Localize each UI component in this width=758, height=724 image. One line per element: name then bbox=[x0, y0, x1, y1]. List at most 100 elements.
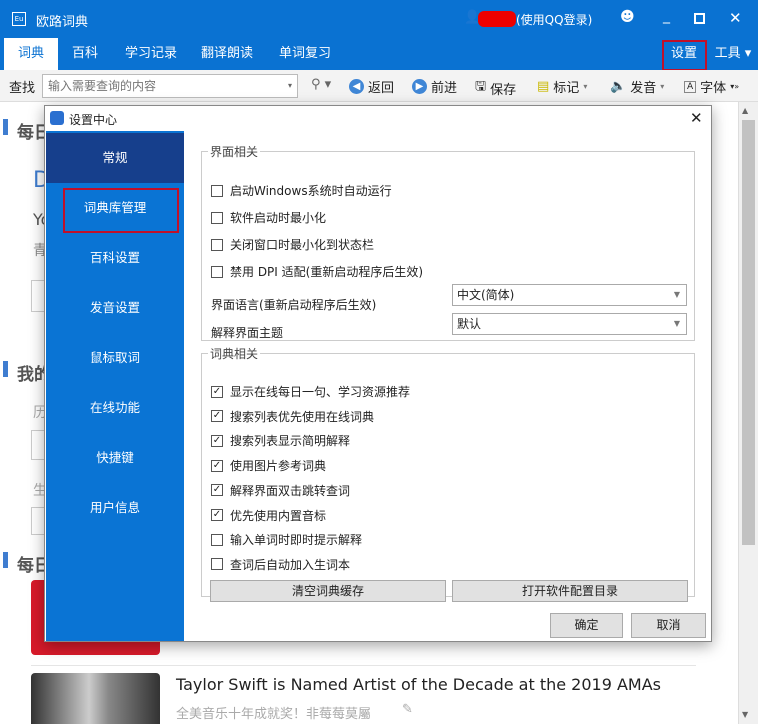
smiley-icon[interactable]: ☻ bbox=[620, 9, 635, 25]
checkbox-option[interactable]: ✓ 优先使用内置音标 bbox=[211, 507, 326, 524]
close-button[interactable]: ✕ bbox=[729, 9, 742, 27]
search-input[interactable] bbox=[42, 74, 298, 98]
redacted-username bbox=[478, 11, 516, 27]
ok-button[interactable]: 确定 bbox=[550, 613, 623, 638]
search-dropdown-icon[interactable]: ▾ bbox=[288, 81, 292, 90]
speaker-icon: 🔈 bbox=[610, 79, 627, 94]
checkbox-option[interactable]: ✓ 搜索列表显示简明解释 bbox=[211, 432, 350, 449]
font-icon: A bbox=[684, 80, 697, 93]
tab-dictionary[interactable]: 词典 bbox=[4, 38, 58, 70]
app-logo-icon: Eu bbox=[12, 12, 26, 26]
theme-value: 默认 bbox=[457, 317, 482, 331]
sidebar-item-user-info[interactable]: 用户信息 bbox=[46, 483, 184, 533]
checkbox-label: 搜索列表优先使用在线词典 bbox=[230, 409, 375, 424]
dialog-title: 设置中心 bbox=[69, 113, 118, 127]
checkbox-option[interactable]: 禁用 DPI 适配(重新启动程序后生效) bbox=[211, 263, 423, 280]
sidebar-item-pronunciation[interactable]: 发音设置 bbox=[46, 283, 184, 333]
scroll-down-button[interactable]: ▼ bbox=[742, 710, 748, 719]
font-button[interactable]: A 字体 ▾» bbox=[684, 77, 739, 96]
open-config-button[interactable]: 打开软件配置目录 bbox=[452, 580, 688, 602]
tab-encyclopedia[interactable]: 百科 bbox=[60, 38, 110, 70]
forward-label: 前进 bbox=[431, 81, 458, 96]
language-value: 中文(简体) bbox=[457, 288, 515, 302]
save-button[interactable]: 🖫 保存 bbox=[475, 77, 516, 99]
checkbox-unchecked[interactable] bbox=[211, 533, 223, 546]
checkbox-checked[interactable]: ✓ bbox=[211, 484, 223, 497]
tab-word-review[interactable]: 单词复习 bbox=[270, 38, 340, 70]
interface-group: 界面相关 启动Windows系统时自动运行软件启动时最小化关闭窗口时最小化到状态… bbox=[201, 143, 695, 341]
article-photo[interactable] bbox=[31, 673, 160, 724]
settings-sidebar: 常规 词典库管理 百科设置 发音设置 鼠标取词 在线功能 快捷键 用户信息 bbox=[46, 131, 184, 641]
chevron-down-icon: ▼ bbox=[673, 319, 680, 328]
sidebar-item-encyclopedia[interactable]: 百科设置 bbox=[46, 233, 184, 283]
search-icon[interactable]: ⚲ ▾ bbox=[311, 77, 331, 92]
forward-button[interactable]: ▶ 前进 bbox=[412, 77, 457, 96]
checkbox-checked[interactable]: ✓ bbox=[211, 509, 223, 521]
main-tabs: 词典 百科 学习记录 翻译朗读 单词复习 设置 工具 ▾ bbox=[0, 38, 758, 71]
checkbox-option[interactable]: ✓ 显示在线每日一句、学习资源推荐 bbox=[211, 383, 410, 400]
checkbox-label: 禁用 DPI 适配(重新启动程序后生效) bbox=[230, 265, 424, 279]
back-button[interactable]: ◀ 返回 bbox=[349, 77, 394, 96]
scroll-thumb[interactable] bbox=[742, 120, 755, 545]
save-label: 保存 bbox=[490, 82, 517, 98]
theme-select[interactable]: 默认 ▼ bbox=[452, 313, 687, 335]
pencil-icon: ✎ bbox=[402, 702, 413, 717]
dialog-close-button[interactable]: ✕ bbox=[690, 109, 703, 127]
login-status[interactable]: (使用QQ登录) bbox=[516, 11, 592, 28]
checkbox-option[interactable]: 启动Windows系统时自动运行 bbox=[211, 182, 392, 199]
tab-study-records[interactable]: 学习记录 bbox=[116, 38, 186, 70]
checkbox-option[interactable]: 关闭窗口时最小化到状态栏 bbox=[211, 236, 374, 253]
article-title[interactable]: Taylor Swift is Named Artist of the Deca… bbox=[176, 675, 661, 694]
sidebar-item-mouse-lookup[interactable]: 鼠标取词 bbox=[46, 333, 184, 383]
article-subtitle: 全美音乐十年成就奖！非莓莓莫屬 bbox=[176, 707, 372, 722]
mark-button[interactable]: ▤ 标记 ▾ bbox=[537, 77, 587, 96]
cancel-button[interactable]: 取消 bbox=[631, 613, 706, 638]
checkbox-option[interactable]: ✓ 使用图片参考词典 bbox=[211, 457, 326, 474]
checkbox-label: 查词后自动加入生词本 bbox=[230, 557, 351, 572]
checkbox-option[interactable]: 软件启动时最小化 bbox=[211, 209, 326, 226]
sidebar-item-general[interactable]: 常规 bbox=[46, 133, 184, 183]
mark-label: 标记 bbox=[553, 81, 580, 96]
tools-menu[interactable]: 工具 ▾ bbox=[710, 38, 756, 70]
tab-translate[interactable]: 翻译朗读 bbox=[192, 38, 262, 70]
highlight-box bbox=[63, 188, 179, 233]
chevron-down-icon: ▼ bbox=[673, 290, 680, 299]
checkbox-option[interactable]: ✓ 解释界面双击跳转查词 bbox=[211, 482, 350, 499]
checkbox-unchecked[interactable] bbox=[211, 238, 223, 251]
checkbox-option[interactable]: 查词后自动加入生词本 bbox=[211, 556, 350, 573]
checkbox-unchecked[interactable] bbox=[211, 211, 223, 224]
back-label: 返回 bbox=[368, 81, 395, 96]
checkbox-checked[interactable]: ✓ bbox=[211, 459, 223, 472]
forward-icon: ▶ bbox=[412, 79, 427, 94]
sidebar-item-shortcuts[interactable]: 快捷键 bbox=[46, 433, 184, 483]
checkbox-checked[interactable]: ✓ bbox=[211, 434, 223, 447]
checkbox-label: 软件启动时最小化 bbox=[230, 211, 327, 225]
language-label: 界面语言(重新启动程序后生效) bbox=[211, 298, 377, 312]
clear-cache-button[interactable]: 清空词典缓存 bbox=[210, 580, 446, 602]
checkbox-option[interactable]: 输入单词时即时提示解释 bbox=[211, 531, 362, 548]
checkbox-label: 使用图片参考词典 bbox=[230, 459, 327, 474]
maximize-button[interactable] bbox=[694, 13, 705, 24]
scrollbar[interactable]: ▲ ▼ bbox=[738, 102, 758, 724]
scroll-up-button[interactable]: ▲ bbox=[742, 106, 748, 115]
interface-group-title: 界面相关 bbox=[210, 145, 259, 159]
minimize-button[interactable]: _ bbox=[663, 8, 670, 24]
checkbox-checked[interactable]: ✓ bbox=[211, 385, 223, 398]
speak-button[interactable]: 🔈 发音 ▾ bbox=[610, 77, 664, 96]
language-select[interactable]: 中文(简体) ▼ bbox=[452, 284, 687, 306]
checkbox-checked[interactable]: ✓ bbox=[211, 410, 223, 423]
sidebar-item-online[interactable]: 在线功能 bbox=[46, 383, 184, 433]
checkbox-label: 输入单词时即时提示解释 bbox=[230, 533, 363, 548]
checkbox-label: 关闭窗口时最小化到状态栏 bbox=[230, 238, 375, 252]
theme-label: 解释界面主题 bbox=[211, 326, 284, 340]
checkbox-unchecked[interactable] bbox=[211, 184, 223, 197]
title-bar: Eu 欧路词典 👤 (使用QQ登录) ☻ _ ✕ bbox=[0, 0, 758, 38]
highlight-box bbox=[662, 40, 707, 71]
save-icon: 🖫 bbox=[475, 79, 487, 94]
checkbox-unchecked[interactable] bbox=[211, 558, 223, 571]
checkbox-label: 搜索列表显示简明解释 bbox=[230, 434, 351, 449]
checkbox-option[interactable]: ✓ 搜索列表优先使用在线词典 bbox=[211, 408, 374, 425]
toolbar: 查找 ▾ ⚲ ▾ ◀ 返回 ▶ 前进 🖫保存 ▤标记▾ 🔈发音▾ A字体▾» bbox=[0, 70, 758, 102]
tools-label: 工具 bbox=[714, 46, 741, 61]
checkbox-unchecked[interactable] bbox=[211, 265, 223, 278]
